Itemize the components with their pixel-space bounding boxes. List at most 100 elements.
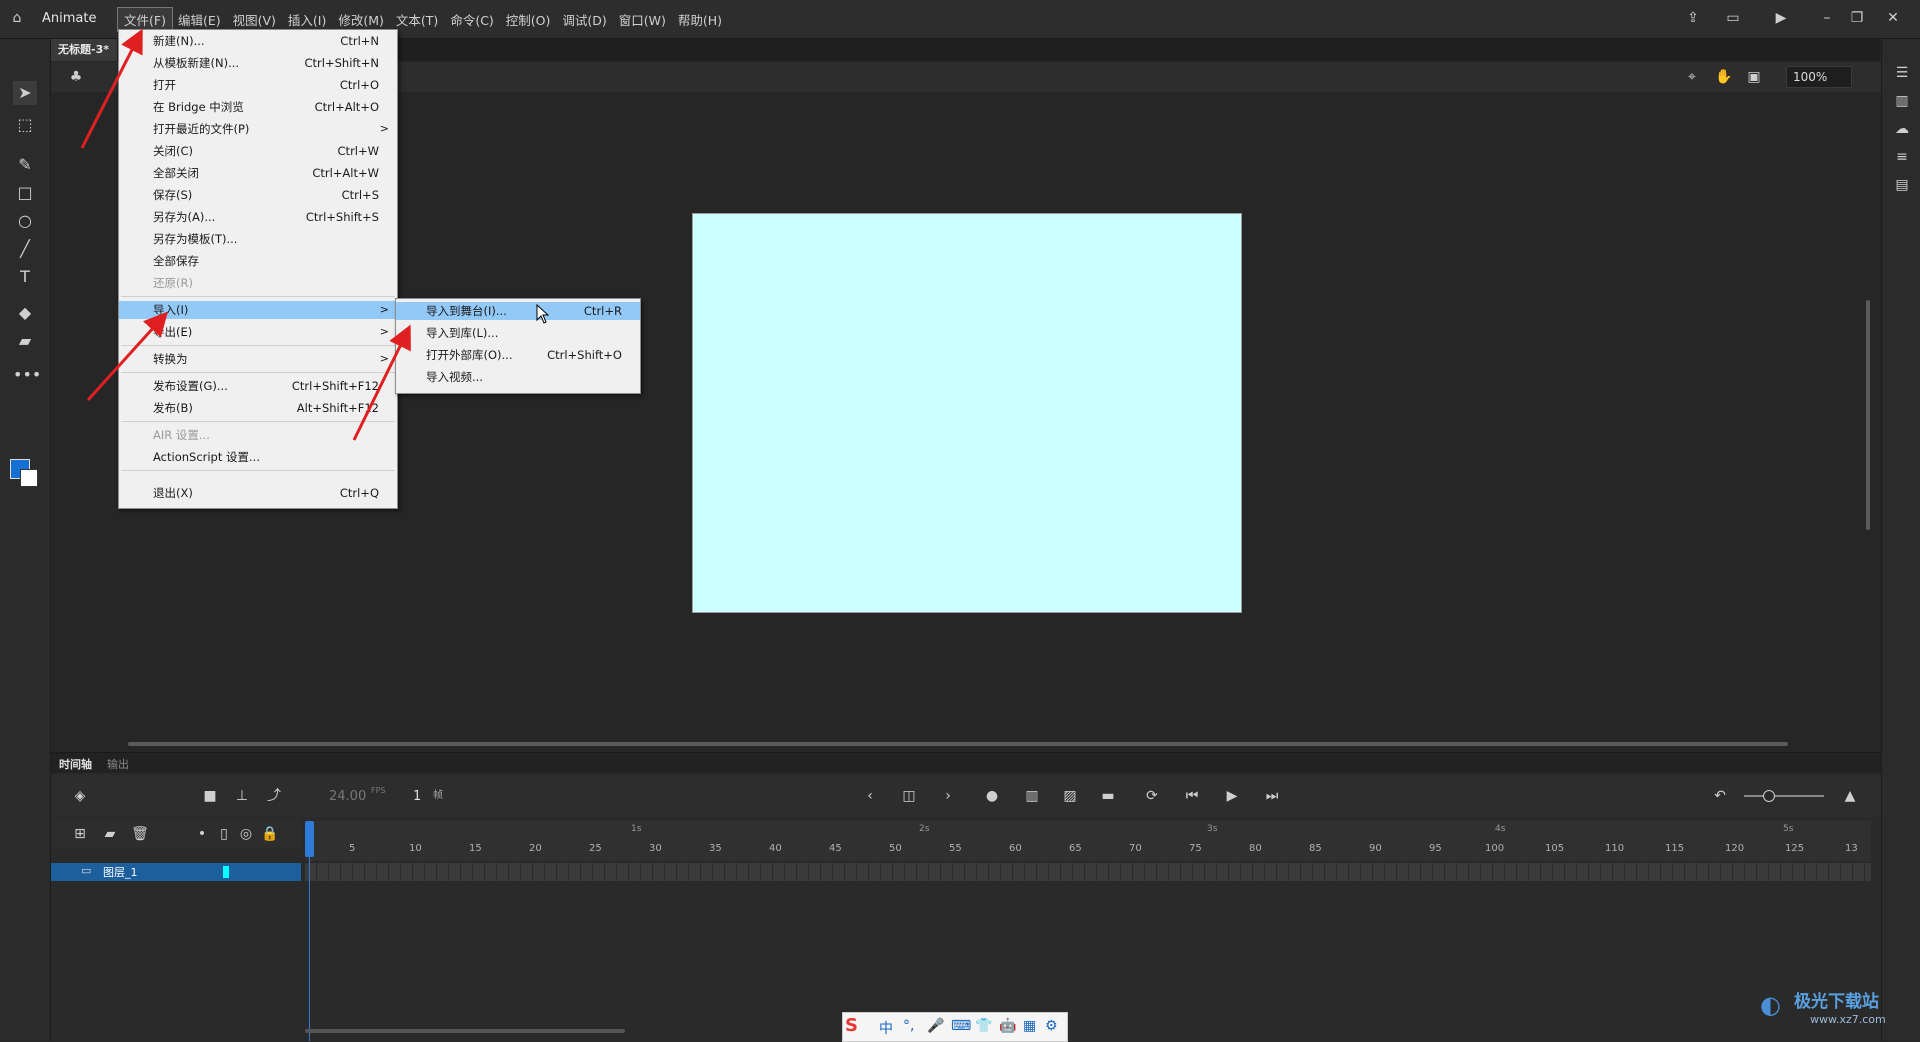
loop-icon[interactable]: ⟳ (1143, 787, 1161, 805)
frame-number[interactable]: 1 (413, 789, 421, 804)
workspace-icon[interactable]: ▭ (1724, 10, 1742, 26)
menu-view[interactable]: 视图(V) (227, 8, 282, 31)
menu-help[interactable]: 帮助(H) (672, 8, 728, 31)
paint-bucket-icon[interactable]: ◆ (13, 301, 37, 325)
menu-item-browse-bridge[interactable]: 在 Bridge 中浏览 Ctrl+Alt+O (119, 98, 397, 116)
grid-icon[interactable]: ▦ (1023, 1018, 1036, 1034)
zoom-input[interactable]: 100% (1786, 66, 1852, 88)
menu-item-export[interactable]: 导出(E) > (119, 323, 397, 341)
menu-control[interactable]: 控制(O) (500, 8, 557, 31)
line-icon[interactable]: ╱ (13, 237, 37, 261)
fill-color-swatch[interactable] (20, 469, 38, 487)
parenting-icon[interactable]: ⊥ (233, 787, 251, 805)
ime-item[interactable]: 中 (879, 1018, 893, 1038)
step-back-icon[interactable]: ⏮ (1183, 787, 1201, 805)
menu-item-save-as[interactable]: 另存为(A)... Ctrl+Shift+S (119, 208, 397, 226)
menu-modify[interactable]: 修改(M) (332, 8, 390, 31)
eraser-icon[interactable]: ▰ (13, 329, 37, 353)
next-keyframe-icon[interactable]: › (939, 787, 957, 805)
menu-item-new[interactable]: 新建(N)... Ctrl+N (119, 32, 397, 50)
horizontal-scrollbar[interactable] (128, 742, 1788, 746)
layer-name[interactable]: 图层_1 (103, 864, 138, 880)
insert-keyframe-icon[interactable]: ◫ (900, 787, 918, 805)
center-frame-icon[interactable]: ▬ (1099, 787, 1117, 805)
tab-timeline[interactable]: 时间轴 (59, 756, 92, 772)
delete-layer-icon[interactable]: 🗑 (131, 825, 149, 843)
menu-window[interactable]: 窗口(W) (613, 8, 672, 31)
menu-item-open-external-library[interactable]: 打开外部库(O)... Ctrl+Shift+O (396, 346, 640, 364)
robot-icon[interactable]: 🤖 (999, 1018, 1016, 1034)
skin-icon[interactable]: 👕 (975, 1018, 992, 1034)
lock-icon[interactable]: 🔒 (261, 825, 279, 843)
keyboard-icon[interactable]: ⌨ (951, 1018, 971, 1034)
library-icon[interactable]: ▥ (1892, 91, 1912, 111)
playhead[interactable] (305, 821, 314, 1041)
frame-ruler[interactable]: 1s 2s 3s 4s 5s 5 10 15 20 25 30 35 40 45… (305, 821, 1871, 861)
menu-item-open[interactable]: 打开 Ctrl+O (119, 76, 397, 94)
menu-item-new-from-template[interactable]: 从模板新建(N)... Ctrl+Shift+N (119, 54, 397, 72)
menu-item-close[interactable]: 关闭(C) Ctrl+W (119, 142, 397, 160)
center-stage-icon[interactable]: ⌖ (1683, 68, 1701, 86)
brush-icon[interactable]: ✎ (13, 153, 37, 177)
rectangle-icon[interactable]: □ (13, 181, 37, 205)
menu-item-publish[interactable]: 发布(B) Alt+Shift+F12 (119, 399, 397, 417)
menu-item-import-to-stage[interactable]: 导入到舞台(I)... Ctrl+R (396, 302, 640, 320)
menu-item-publish-settings[interactable]: 发布设置(G)... Ctrl+Shift+F12 (119, 377, 397, 395)
prev-keyframe-icon[interactable]: ‹ (861, 787, 879, 805)
microphone-icon[interactable]: 🎤 (927, 1018, 944, 1034)
hand-rotate-icon[interactable]: ✋ (1715, 68, 1733, 86)
menu-item-close-all[interactable]: 全部关闭 Ctrl+Alt+W (119, 164, 397, 182)
oval-icon[interactable]: ○ (13, 209, 37, 233)
layer-color-swatch[interactable] (223, 866, 229, 878)
edit-multiple-icon[interactable]: ▥ (1023, 787, 1041, 805)
document-tab[interactable]: 无标题-3* (50, 39, 117, 61)
vertical-scrollbar[interactable] (1866, 300, 1870, 530)
timeline-scrollbar[interactable] (305, 1029, 625, 1033)
zoom-slider-track[interactable] (1744, 795, 1824, 797)
ime-item[interactable]: °, (903, 1018, 914, 1034)
menu-insert[interactable]: 插入(I) (282, 8, 332, 31)
dot-icon[interactable]: • (193, 825, 211, 843)
visibility-icon[interactable]: ◎ (237, 825, 255, 843)
menu-item-import-to-library[interactable]: 导入到库(L)... (396, 324, 640, 342)
text-tool-icon[interactable]: T (13, 265, 37, 289)
menu-item-convert[interactable]: 转换为 > (119, 350, 397, 368)
transform-icon[interactable]: ▤ (1892, 175, 1912, 195)
selection-tool-icon[interactable]: ➤ (13, 81, 37, 105)
step-forward-icon[interactable]: ⏭ (1263, 787, 1281, 805)
menu-item-import-video[interactable]: 导入视频... (396, 368, 640, 386)
minimize-icon[interactable]: – (1818, 10, 1836, 26)
settings-icon[interactable]: ⚙ (1045, 1018, 1058, 1034)
close-icon[interactable]: ✕ (1884, 10, 1902, 26)
menu-debug[interactable]: 调试(D) (556, 8, 612, 31)
mountain-icon[interactable]: ▲ (1841, 787, 1859, 805)
assets-icon[interactable]: ☁ (1892, 119, 1912, 139)
menu-edit[interactable]: 编辑(E) (172, 8, 227, 31)
onion-skin-icon[interactable]: ● (983, 787, 1001, 805)
folder-icon[interactable]: ▰ (101, 825, 119, 843)
share-icon[interactable]: ⇪ (1684, 10, 1702, 26)
more-tools-icon[interactable]: ••• (13, 363, 41, 387)
camera-icon[interactable]: ■ (201, 787, 219, 805)
graph-icon[interactable]: ⤴ (265, 787, 283, 805)
align-icon[interactable]: ≡ (1892, 147, 1912, 167)
scene-icon[interactable]: ♣ (67, 68, 85, 86)
tab-output[interactable]: 输出 (107, 756, 129, 772)
restore-icon[interactable]: ❐ (1848, 10, 1866, 26)
add-layer-icon[interactable]: ⊞ (71, 825, 89, 843)
sync-icon[interactable]: ▨ (1061, 787, 1079, 805)
outline-icon[interactable]: ▯ (215, 825, 233, 843)
menu-file[interactable]: 文件(F) (117, 7, 173, 32)
clip-icon[interactable]: ▣ (1745, 68, 1763, 86)
menu-text[interactable]: 文本(T) (390, 8, 444, 31)
menu-item-save[interactable]: 保存(S) Ctrl+S (119, 186, 397, 204)
home-icon[interactable]: ⌂ (8, 10, 26, 26)
menu-item-actionscript-settings[interactable]: ActionScript 设置... (119, 448, 397, 466)
sogou-logo-icon[interactable]: S (845, 1015, 858, 1036)
fps-value[interactable]: 24.00 (329, 789, 366, 804)
play-icon[interactable]: ▶ (1223, 787, 1241, 805)
menu-commands[interactable]: 命令(C) (444, 8, 499, 31)
test-movie-icon[interactable]: ▶ (1772, 10, 1790, 26)
layers-icon[interactable]: ◈ (71, 787, 89, 805)
stage[interactable] (692, 213, 1242, 613)
